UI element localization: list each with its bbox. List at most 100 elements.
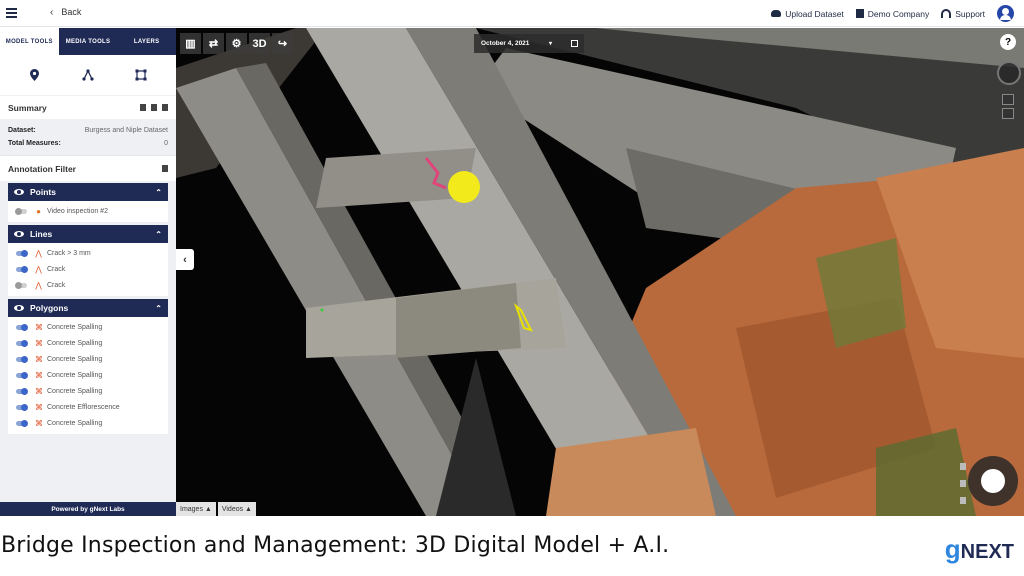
polygon-icon: ⌘ xyxy=(35,386,43,396)
list-item[interactable]: ⌘ Concrete Spalling xyxy=(8,415,168,431)
polygon-tool-icon xyxy=(135,69,147,81)
group-lines: Lines ⌃ ⋀ Crack > 3 mm ⋀ Crack ⋀ Crack xyxy=(8,225,168,296)
settings-button[interactable]: ⚙ xyxy=(226,33,247,54)
menu-icon[interactable] xyxy=(6,8,17,18)
group-polygons-header[interactable]: Polygons ⌃ xyxy=(8,299,168,317)
nav-side-icons xyxy=(960,463,968,504)
eye-icon[interactable] xyxy=(960,480,966,487)
visibility-toggle[interactable] xyxy=(16,355,28,363)
visibility-toggle[interactable] xyxy=(16,265,28,273)
tab-media-tools[interactable]: MEDIA TOOLS xyxy=(59,28,118,55)
calendar-icon[interactable] xyxy=(571,40,578,47)
list-item[interactable]: ⌘ Concrete Spalling xyxy=(8,319,168,335)
visibility-toggle[interactable] xyxy=(16,419,28,427)
dataset-value: Burgess and Niple Dataset xyxy=(84,127,168,134)
chevron-down-icon: ▾ xyxy=(549,41,553,47)
copy-icon[interactable] xyxy=(140,104,146,111)
polygon-icon: ⌘ xyxy=(35,338,43,348)
line-icon: ⋀ xyxy=(35,280,42,290)
visibility-toggle[interactable] xyxy=(16,371,28,379)
visibility-toggle[interactable] xyxy=(16,249,28,257)
visibility-toggle[interactable] xyxy=(16,387,28,395)
list-item[interactable]: ⋀ Crack xyxy=(8,261,168,277)
line-tool-button[interactable] xyxy=(78,65,98,85)
group-points: Points ⌃ ● Video inspection #2 xyxy=(8,183,168,222)
polygon-tool-button[interactable] xyxy=(131,65,151,85)
company-button[interactable]: Demo Company xyxy=(855,9,929,19)
eye-icon[interactable] xyxy=(14,231,24,237)
polygon-icon: ⌘ xyxy=(35,418,43,428)
eye-icon[interactable] xyxy=(14,189,24,195)
visibility-toggle[interactable] xyxy=(16,339,28,347)
summary-header: Summary xyxy=(0,95,176,119)
gnext-logo: gNEXT xyxy=(944,534,1014,564)
polygon-icon: ⌘ xyxy=(35,354,43,364)
focus-icon[interactable] xyxy=(1002,108,1014,119)
visibility-toggle[interactable] xyxy=(15,281,27,289)
polygon-icon: ⌘ xyxy=(35,370,43,380)
list-item[interactable]: ⌘ Concrete Spalling xyxy=(8,367,168,383)
pin-icon[interactable] xyxy=(960,463,966,470)
user-avatar[interactable] xyxy=(997,5,1014,22)
visibility-toggle[interactable] xyxy=(16,403,28,411)
tab-model-tools[interactable]: MODEL TOOLS xyxy=(0,28,59,55)
3d-model-viewer[interactable]: ▥ ⇄ ⚙ 3D ↪ October 4, 2021 ▾ ? ‹ Images … xyxy=(176,28,1024,516)
support-button[interactable]: Support xyxy=(941,9,985,19)
annotation-filter-header: Annotation Filter xyxy=(0,155,176,181)
back-button[interactable]: ‹ Back xyxy=(50,7,81,18)
list-item[interactable]: ⋀ Crack > 3 mm xyxy=(8,245,168,261)
trash-icon[interactable] xyxy=(960,497,966,504)
videos-tab[interactable]: Videos ▲ xyxy=(217,502,256,516)
group-polygons: Polygons ⌃ ⌘ Concrete Spalling ⌘ Concrete S… xyxy=(8,299,168,434)
share-icon: ↪ xyxy=(277,38,288,50)
annotation-filter-title: Annotation Filter xyxy=(8,163,76,174)
upload-dataset-button[interactable]: Upload Dataset xyxy=(771,9,844,19)
navigation-pad[interactable] xyxy=(968,456,1018,506)
sidebar: MODEL TOOLS MEDIA TOOLS LAYERS Summary D… xyxy=(0,28,176,516)
images-tab[interactable]: Images ▲ xyxy=(176,502,216,516)
caption-text: Bridge Inspection and Management: 3D Dig… xyxy=(1,533,670,558)
gear-icon: ⚙ xyxy=(231,38,242,50)
group-points-header[interactable]: Points ⌃ xyxy=(8,183,168,201)
list-item[interactable]: ⌘ Concrete Spalling xyxy=(8,383,168,399)
pin-icon: ● xyxy=(36,206,41,216)
tab-layers[interactable]: LAYERS xyxy=(117,28,176,55)
pin-tool-button[interactable] xyxy=(25,65,45,85)
swap-button[interactable]: ⇄ xyxy=(203,33,224,54)
share-button[interactable]: ↪ xyxy=(272,33,293,54)
group-lines-header[interactable]: Lines ⌃ xyxy=(8,225,168,243)
visibility-toggle[interactable] xyxy=(15,207,27,215)
3d-button[interactable]: 3D xyxy=(249,33,270,54)
building-icon xyxy=(855,9,864,18)
help-button[interactable]: ? xyxy=(1000,34,1016,50)
list-item[interactable]: ⋀ Crack xyxy=(8,277,168,293)
document-icon[interactable] xyxy=(162,104,168,111)
list-item[interactable]: ● Video inspection #2 xyxy=(8,203,168,219)
download-icon[interactable] xyxy=(151,104,157,111)
rotate-icon[interactable] xyxy=(1002,94,1014,105)
headset-icon xyxy=(941,9,952,18)
powered-by-footer: Powered by gNext Labs xyxy=(0,502,176,516)
date-selector[interactable]: October 4, 2021 ▾ xyxy=(474,34,584,53)
list-item[interactable]: ⌘ Concrete Efflorescence xyxy=(8,399,168,415)
line-icon: ⋀ xyxy=(35,248,42,258)
chevron-up-icon: ⌃ xyxy=(155,303,162,313)
line-tool-icon xyxy=(82,69,94,81)
line-icon: ⋀ xyxy=(35,264,42,274)
eye-icon[interactable] xyxy=(14,305,24,311)
compass-icon[interactable] xyxy=(997,61,1021,85)
split-view-button[interactable]: ▥ xyxy=(180,33,201,54)
split-view-icon: ▥ xyxy=(185,38,196,50)
filter-icon[interactable] xyxy=(162,165,168,172)
collapse-sidebar-button[interactable]: ‹ xyxy=(176,249,194,270)
media-tabs: Images ▲ Videos ▲ xyxy=(176,502,256,516)
dataset-summary: Dataset: Burgess and Niple Dataset Total … xyxy=(0,119,176,155)
pin-icon xyxy=(30,69,40,81)
cursor-highlight xyxy=(448,171,480,203)
list-item[interactable]: ⌘ Concrete Spalling xyxy=(8,335,168,351)
list-item[interactable]: ⌘ Concrete Spalling xyxy=(8,351,168,367)
polygon-icon: ⌘ xyxy=(35,322,43,332)
cloud-upload-icon xyxy=(771,10,782,17)
chevron-left-icon: ‹ xyxy=(50,7,54,18)
visibility-toggle[interactable] xyxy=(16,323,28,331)
